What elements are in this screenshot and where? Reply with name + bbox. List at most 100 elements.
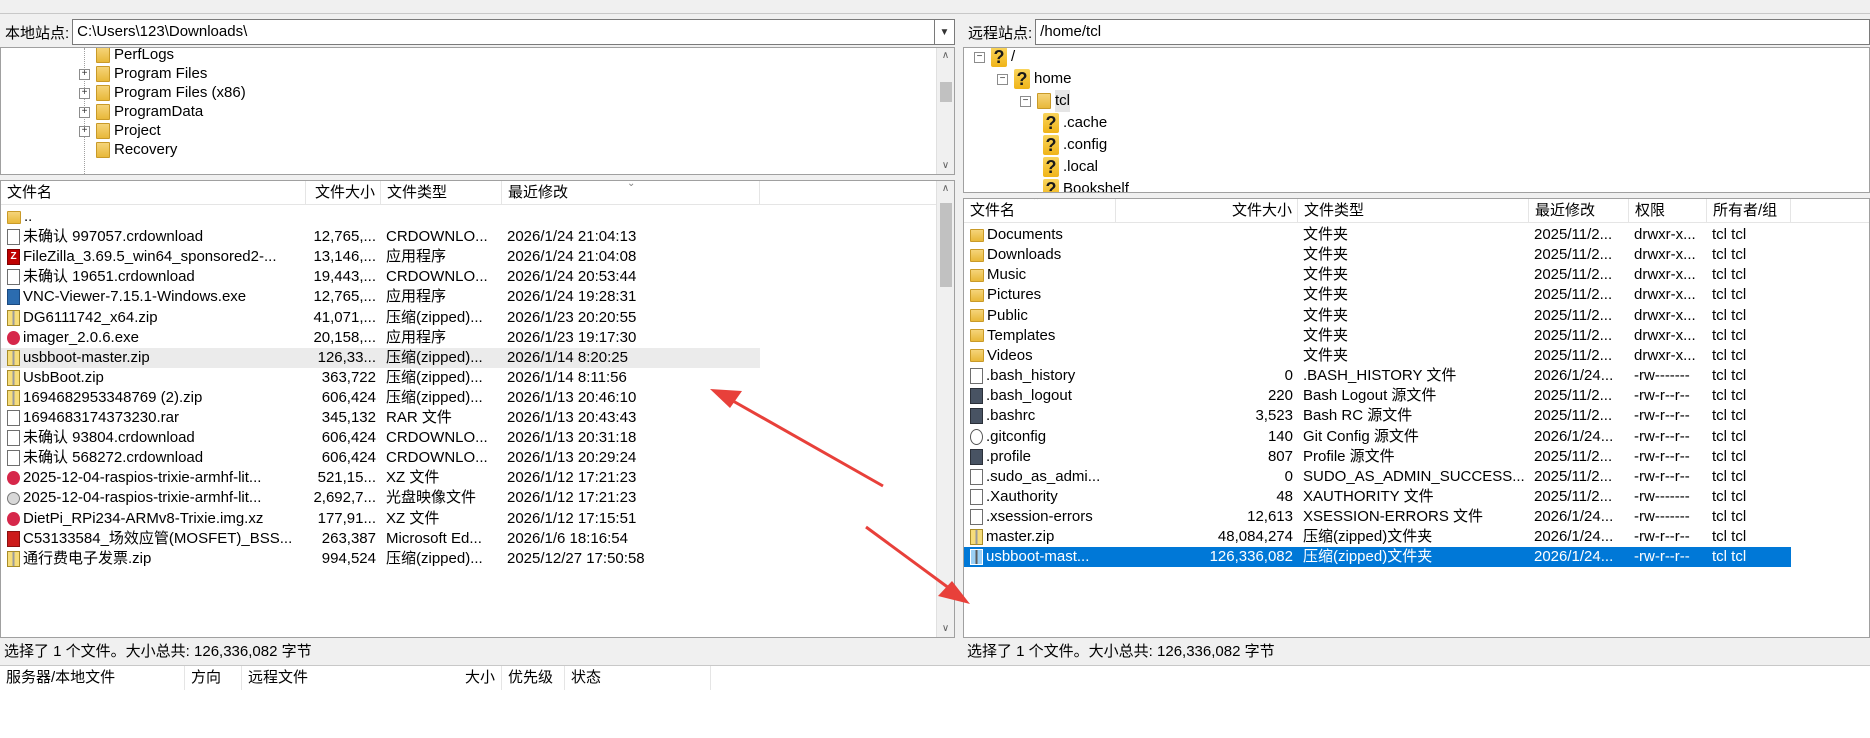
local-file-row[interactable]: VNC-Viewer-7.15.1-Windows.exe 12,765,... 应…: [1, 287, 760, 307]
file-size-cell: 521,15...: [317, 469, 376, 487]
file-type-cell: 文件夹: [1303, 246, 1349, 264]
scroll-up-icon[interactable]: ∧: [937, 48, 954, 64]
file-name-cell: DG6111742_x64.zip: [1, 308, 306, 328]
file-name-cell: 未确认 19651.crdownload: [1, 267, 306, 287]
column-header-modified[interactable]: 最近修改: [1529, 199, 1629, 223]
file-modified-cell: 2026/1/24...: [1534, 427, 1614, 445]
local-file-row[interactable]: 未确认 19651.crdownload 19,443,... CRDOWNLO..…: [1, 267, 760, 287]
remote-file-row[interactable]: .Xauthority 48 XAUTHORITY 文件 2025/11/2... -r…: [964, 487, 1791, 507]
local-file-row[interactable]: ..: [1, 207, 760, 227]
local-file-row[interactable]: 通行费电子发票.zip 994,524 压缩(zipped)... 2025/12/2…: [1, 549, 760, 569]
file-type-cell: 文件夹: [1303, 286, 1349, 304]
remote-tree-item[interactable]: −? /: [974, 48, 1015, 68]
remote-tree-item[interactable]: ? .cache: [1043, 112, 1107, 134]
local-file-row[interactable]: C53133584_场效应管(MOSFET)_BSS... 263,387 Micr…: [1, 529, 760, 549]
file-name-cell: Z FileZilla_3.69.5_win64_sponsored2-...: [1, 247, 306, 267]
file-type-cell: XZ 文件: [386, 469, 440, 487]
collapse-icon[interactable]: −: [974, 51, 985, 63]
remote-tree-item[interactable]: ? .local: [1043, 156, 1098, 178]
scroll-thumb[interactable]: [940, 82, 952, 102]
column-header-size[interactable]: 文件大小: [1116, 199, 1298, 223]
file-size-cell: 48,084,274: [1217, 528, 1293, 546]
remote-tree-item[interactable]: ? Bookshelf: [1043, 178, 1129, 192]
file-name-cell: 2025-12-04-raspios-trixie-armhf-lit...: [1, 468, 306, 488]
local-file-row[interactable]: 未确认 997057.crdownload 12,765,... CRDOWNLO.…: [1, 227, 760, 247]
scroll-thumb[interactable]: [940, 203, 952, 287]
queue-header-size[interactable]: 大小: [456, 666, 502, 690]
expand-icon[interactable]: +: [79, 106, 90, 118]
scroll-down-icon[interactable]: ∨: [937, 158, 954, 174]
column-header-type[interactable]: 文件类型: [381, 181, 502, 205]
sort-ascending-icon: ⌃: [1032, 199, 1041, 207]
remote-file-row[interactable]: .bash_logout 220 Bash Logout 源文件 2025/11/2.…: [964, 386, 1791, 406]
remote-file-row[interactable]: .xsession-errors 12,613 XSESSION-ERRORS 文件…: [964, 507, 1791, 527]
remote-tree-item[interactable]: ? .config: [1043, 134, 1107, 156]
folder-icon: [970, 268, 984, 282]
file-perm-cell: -rw-r--r--: [1634, 467, 1690, 485]
remote-tree-item[interactable]: −? home: [997, 68, 1072, 90]
remote-file-row[interactable]: Videos 文件夹 2025/11/2... drwxr-x... tcl tcl: [964, 346, 1791, 366]
queue-header-local-file[interactable]: 服务器/本地文件: [0, 666, 185, 690]
local-file-row[interactable]: 未确认 93804.crdownload 606,424 CRDOWNLO... 20…: [1, 428, 760, 448]
local-file-row[interactable]: 2025-12-04-raspios-trixie-armhf-lit... 52…: [1, 468, 760, 488]
remote-file-row[interactable]: usbboot-mast... 126,336,082 压缩(zipped)文件夹 2…: [964, 547, 1791, 568]
expand-icon[interactable]: +: [79, 125, 90, 137]
column-header-owner[interactable]: 所有者/组: [1707, 199, 1791, 223]
scroll-up-icon[interactable]: ∧: [937, 181, 954, 197]
file-type-cell: 压缩(zipped)文件夹: [1303, 528, 1433, 546]
local-file-row[interactable]: UsbBoot.zip 363,722 压缩(zipped)... 2026/1/14…: [1, 368, 760, 388]
column-header-filename[interactable]: 文件名 ⌃: [964, 199, 1116, 223]
file-modified-cell: 2026/1/13 20:31:18: [507, 429, 637, 447]
remote-file-row[interactable]: .gitconfig 140 Git Config 源文件 2026/1/24... -…: [964, 427, 1791, 447]
expand-icon[interactable]: +: [79, 68, 90, 80]
file-size-cell: 41,071,...: [313, 308, 376, 326]
file-type-cell: 文件夹: [1303, 226, 1349, 243]
column-header-size[interactable]: 文件大小: [306, 181, 381, 205]
local-file-row[interactable]: usbboot-master.zip 126,33... 压缩(zipped)...…: [1, 347, 760, 368]
file-modified-cell: 2026/1/24 21:04:13: [507, 228, 637, 246]
scroll-down-icon[interactable]: ∨: [937, 621, 954, 637]
local-file-row[interactable]: imager_2.0.6.exe 20,158,... 应用程序 2026/1/23 …: [1, 328, 760, 348]
collapse-icon[interactable]: −: [1020, 95, 1031, 107]
local-tree-scrollbar[interactable]: ∧ ∨: [936, 48, 954, 174]
local-file-row[interactable]: 2025-12-04-raspios-trixie-armhf-lit... 2,…: [1, 488, 760, 508]
column-header-type[interactable]: 文件类型: [1298, 199, 1529, 223]
local-file-row[interactable]: 未确认 568272.crdownload 606,424 CRDOWNLO... 2…: [1, 448, 760, 468]
collapse-icon[interactable]: −: [997, 73, 1008, 85]
queue-header-status[interactable]: 状态: [565, 666, 711, 690]
remote-file-row[interactable]: .sudo_as_admi... 0 SUDO_AS_ADMIN_SUCCESS..…: [964, 467, 1791, 487]
local-file-row[interactable]: DietPi_RPi234-ARMv8-Trixie.img.xz 177,91.…: [1, 509, 760, 529]
local-file-list-scrollbar[interactable]: ∧ ∨: [936, 181, 954, 637]
local-tree-item[interactable]: +Recovery: [79, 139, 177, 161]
column-header-modified[interactable]: 最近修改 ⌄: [502, 181, 760, 205]
queue-header-direction[interactable]: 方向: [185, 666, 242, 690]
remote-file-row[interactable]: .bashrc 3,523 Bash RC 源文件 2025/11/2... -rw-r…: [964, 406, 1791, 426]
remote-file-row[interactable]: .bash_history 0 .BASH_HISTORY 文件 2026/1/24.…: [964, 366, 1791, 386]
local-file-row[interactable]: 1694683174373230.rar 345,132 RAR 文件 2026/1/…: [1, 408, 760, 428]
queue-header-priority[interactable]: 优先级: [502, 666, 565, 690]
remote-file-row[interactable]: Public 文件夹 2025/11/2... drwxr-x... tcl tcl: [964, 306, 1791, 326]
remote-file-row[interactable]: .profile 807 Profile 源文件 2025/11/2... -rw-r-…: [964, 447, 1791, 467]
expand-icon[interactable]: +: [79, 87, 90, 99]
file-perm-cell: -rw-------: [1634, 487, 1690, 505]
remote-path-input[interactable]: /home/tcl: [1035, 19, 1870, 45]
remote-file-row[interactable]: Downloads 文件夹 2025/11/2... drwxr-x... tcl tc…: [964, 245, 1791, 265]
file-modified-cell: 2025/11/2...: [1534, 306, 1613, 324]
local-file-row[interactable]: DG6111742_x64.zip 41,071,... 压缩(zipped)...…: [1, 308, 760, 328]
local-path-input[interactable]: C:\Users\123\Downloads\: [72, 19, 935, 45]
remote-file-row[interactable]: Templates 文件夹 2025/11/2... drwxr-x... tcl tc…: [964, 326, 1791, 346]
remote-file-row[interactable]: Music 文件夹 2025/11/2... drwxr-x... tcl tcl: [964, 265, 1791, 285]
pane-splitter[interactable]: [955, 14, 963, 665]
remote-tree-item[interactable]: − tcl: [1020, 90, 1070, 112]
file-size-cell: 12,765,...: [313, 228, 376, 246]
local-file-row[interactable]: 1694682953348769 (2).zip 606,424 压缩(zipped…: [1, 388, 760, 408]
remote-file-row[interactable]: Documents 文件夹 2025/11/2... drwxr-x... tcl tc…: [964, 225, 1791, 245]
pdf-icon: [7, 530, 20, 547]
local-path-dropdown-icon[interactable]: ▼: [935, 19, 955, 45]
column-header-permissions[interactable]: 权限: [1629, 199, 1707, 223]
column-header-filename[interactable]: 文件名: [1, 181, 306, 205]
remote-file-row[interactable]: Pictures 文件夹 2025/11/2... drwxr-x... tcl tcl: [964, 285, 1791, 305]
remote-file-row[interactable]: master.zip 48,084,274 压缩(zipped)文件夹 2026/1/…: [964, 527, 1791, 547]
local-file-row[interactable]: Z FileZilla_3.69.5_win64_sponsored2-... 13…: [1, 247, 760, 267]
file-name-cell: Downloads: [964, 245, 1116, 265]
